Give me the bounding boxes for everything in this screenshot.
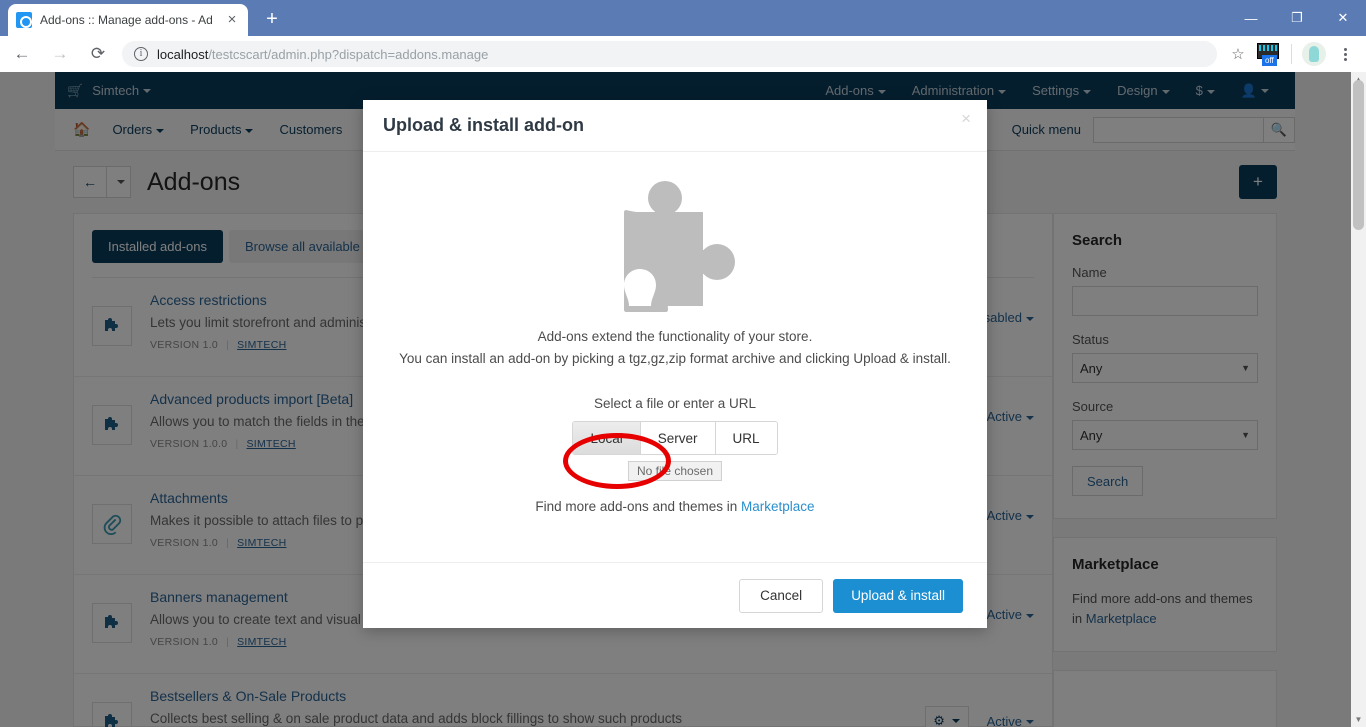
extension-icon[interactable]: off [1257, 43, 1281, 66]
modal-body: Add-ons extend the functionality of your… [363, 152, 987, 524]
minimize-window-button[interactable]: — [1228, 0, 1274, 36]
bookmark-star-icon[interactable]: ☆ [1225, 41, 1251, 67]
new-tab-button[interactable]: + [258, 6, 286, 34]
browser-toolbar: ← → ⟳ i localhost/testcscart/admin.php?d… [0, 36, 1366, 72]
scroll-down-arrow-icon[interactable]: ▼ [1351, 712, 1366, 727]
address-bar-path: /testcscart/admin.php?dispatch=addons.ma… [208, 46, 489, 62]
forward-icon[interactable]: → [44, 38, 76, 70]
browser-tab[interactable]: Add-ons :: Manage add-ons - Ad × [8, 4, 248, 36]
toolbar-divider [1291, 44, 1292, 64]
address-bar-url: localhost/testcscart/admin.php?dispatch=… [157, 47, 488, 62]
page-scrollbar[interactable]: ▲ ▼ [1351, 72, 1366, 727]
upload-install-modal: Upload & install add-on × Add-ons extend… [363, 100, 987, 628]
scrollbar-thumb[interactable] [1353, 80, 1364, 230]
close-icon[interactable]: × [961, 109, 971, 129]
maximize-window-button[interactable]: ❐ [1274, 0, 1320, 36]
modal-marketplace-prefix: Find more add-ons and themes in [535, 499, 742, 514]
modal-title: Upload & install add-on [383, 115, 584, 135]
modal-line-2: You can install an add-on by picking a t… [399, 351, 951, 366]
cancel-button[interactable]: Cancel [739, 578, 824, 613]
extension-badge: off [1262, 55, 1277, 66]
browser-tab-strip: Add-ons :: Manage add-ons - Ad × + — ❐ ✕ [0, 0, 1366, 36]
modal-line-1: Add-ons extend the functionality of your… [537, 329, 813, 344]
window-controls: — ❐ ✕ [1228, 0, 1366, 36]
source-segmented-control: Local Server URL [572, 421, 778, 455]
source-segmented-control-wrap: Local Server URL No file chosen [393, 421, 957, 481]
segment-url-button[interactable]: URL [715, 422, 777, 454]
gear-favicon-icon [16, 12, 32, 28]
screen: Add-ons :: Manage add-ons - Ad × + — ❐ ✕… [0, 0, 1366, 727]
upload-install-button[interactable]: Upload & install [833, 578, 963, 613]
modal-marketplace-line: Find more add-ons and themes in Marketpl… [393, 499, 957, 514]
close-window-button[interactable]: ✕ [1320, 0, 1366, 36]
modal-footer: Cancel Upload & install [363, 562, 987, 628]
address-bar[interactable]: i localhost/testcscart/admin.php?dispatc… [122, 41, 1217, 67]
close-tab-icon[interactable]: × [224, 12, 240, 27]
back-icon[interactable]: ← [6, 38, 38, 70]
segment-server-button[interactable]: Server [640, 422, 716, 454]
select-file-label: Select a file or enter a URL [593, 396, 757, 411]
address-bar-host: localhost [157, 46, 209, 62]
site-info-icon[interactable]: i [134, 47, 148, 61]
browser-tab-title: Add-ons :: Manage add-ons - Ad [40, 13, 213, 27]
puzzle-piece-illustration-icon [393, 176, 957, 312]
profile-avatar[interactable] [1302, 42, 1326, 66]
extension-stripes [1259, 45, 1277, 51]
reload-icon[interactable]: ⟳ [82, 38, 114, 70]
kebab-menu-icon[interactable] [1332, 41, 1358, 67]
modal-marketplace-link[interactable]: Marketplace [741, 499, 815, 514]
modal-header: Upload & install add-on × [363, 100, 987, 152]
no-file-chosen-label: No file chosen [627, 461, 723, 481]
segment-local-button[interactable]: Local [573, 422, 641, 454]
